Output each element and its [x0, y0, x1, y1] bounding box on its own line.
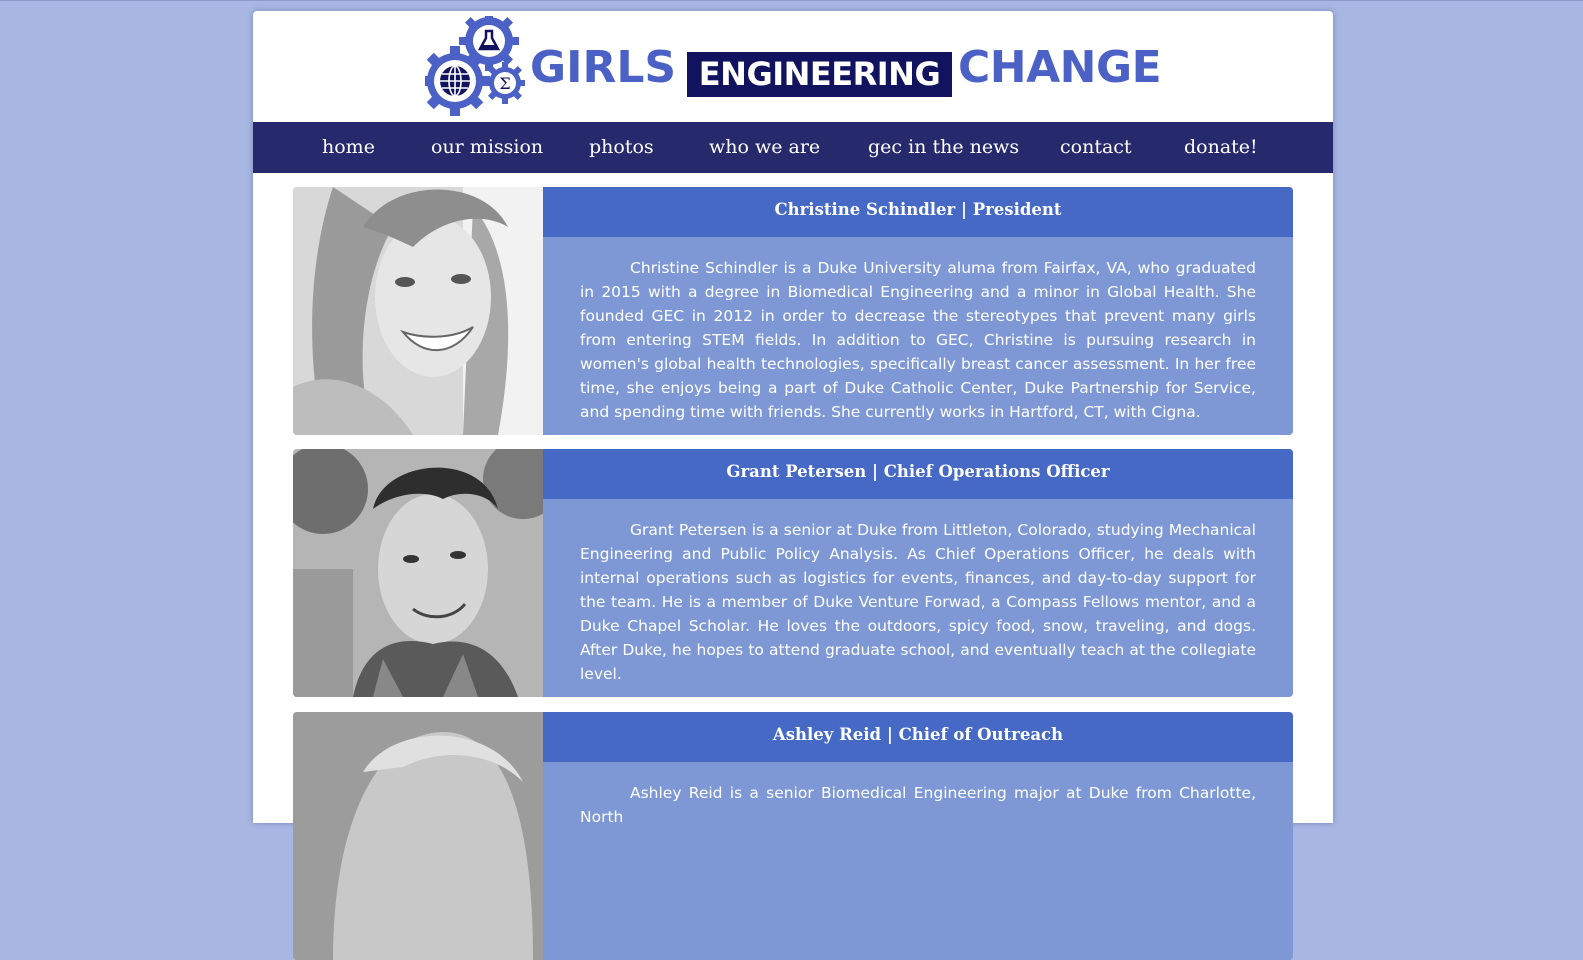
member-card: Grant Petersen | Chief Operations Office…: [293, 449, 1293, 697]
member-title: Grant Petersen | Chief Operations Office…: [543, 449, 1293, 499]
member-bio: Grant Petersen is a senior at Duke from …: [580, 521, 1256, 683]
top-border: [0, 0, 1583, 1]
nav-item-gec-in-the-news[interactable]: gec in the news: [868, 122, 1019, 173]
member-photo: [293, 187, 543, 435]
member-card: Ashley Reid | Chief of Outreach Ashley R…: [293, 712, 1293, 960]
page-container: Σ GIRLS ENGINEERING CHANGE home our miss…: [253, 11, 1333, 960]
member-bio: Ashley Reid is a senior Biomedical Engin…: [580, 784, 1256, 826]
member-title: Ashley Reid | Chief of Outreach: [543, 712, 1293, 762]
logo-word-engineering: ENGINEERING: [687, 52, 952, 97]
main-nav: home our mission photos who we are gec i…: [253, 122, 1333, 173]
nav-item-contact[interactable]: contact: [1060, 122, 1132, 173]
member-photo: [293, 449, 543, 697]
member-card: Christine Schindler | President Christin…: [293, 187, 1293, 435]
svg-text:Σ: Σ: [499, 74, 510, 93]
nav-item-who-we-are[interactable]: who we are: [709, 122, 820, 173]
member-bio: Christine Schindler is a Duke University…: [580, 259, 1256, 421]
site-header: Σ GIRLS ENGINEERING CHANGE: [253, 11, 1333, 122]
nav-item-our-mission[interactable]: our mission: [431, 122, 543, 173]
gears-logo-icon: Σ: [425, 16, 525, 116]
logo-word-girls: GIRLS: [530, 42, 677, 93]
member-photo: [293, 712, 543, 960]
nav-item-donate[interactable]: donate!: [1184, 122, 1258, 173]
site-logo[interactable]: Σ GIRLS ENGINEERING CHANGE: [425, 16, 1165, 116]
nav-item-photos[interactable]: photos: [589, 122, 654, 173]
member-title: Christine Schindler | President: [543, 187, 1293, 237]
nav-item-home[interactable]: home: [322, 122, 375, 173]
logo-word-change: CHANGE: [958, 42, 1162, 93]
